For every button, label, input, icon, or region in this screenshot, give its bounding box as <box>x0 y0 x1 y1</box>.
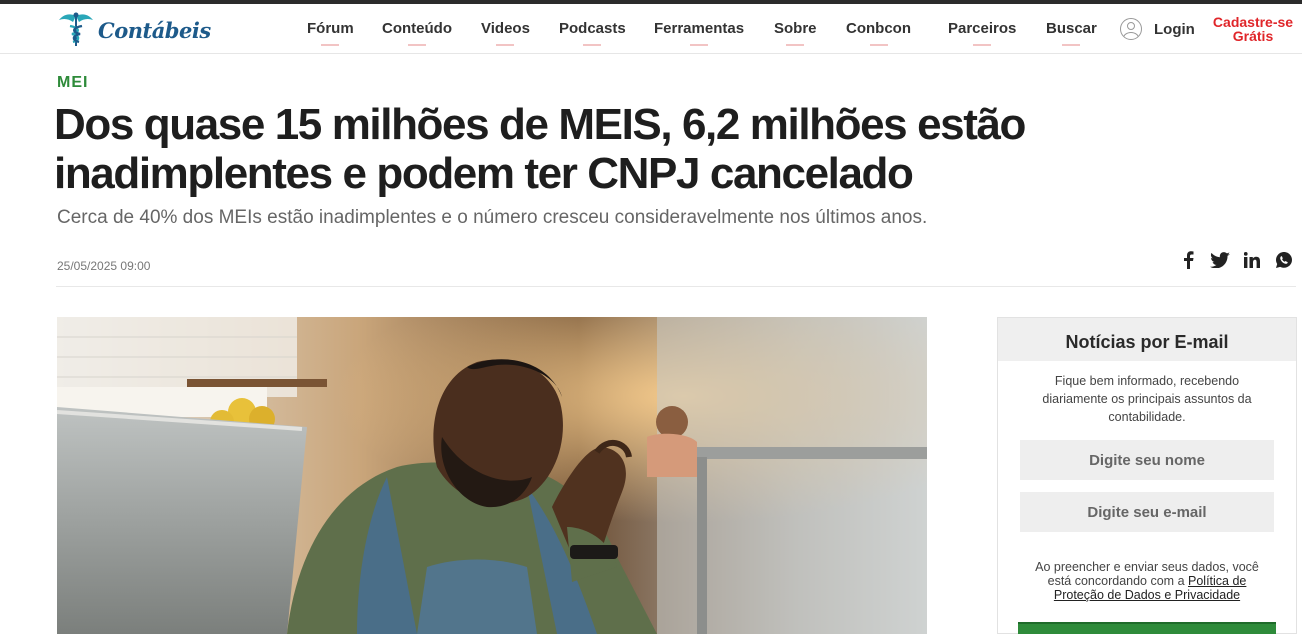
nav-item-conbcon[interactable]: Conbcon <box>846 20 911 46</box>
facebook-icon[interactable] <box>1178 250 1198 270</box>
twitter-icon[interactable] <box>1210 250 1230 270</box>
article-hero-image <box>57 317 927 634</box>
subscribe-button[interactable] <box>1018 622 1276 634</box>
linkedin-icon[interactable] <box>1242 250 1262 270</box>
article-category[interactable]: MEI <box>57 74 88 92</box>
nav-item-conteudo[interactable]: Conteúdo <box>382 20 452 46</box>
article-date: 25/05/2025 09:00 <box>57 259 151 273</box>
login-link[interactable]: Login <box>1154 21 1195 38</box>
nav-item-sobre[interactable]: Sobre <box>774 20 817 46</box>
nav-item-parceiros[interactable]: Parceiros <box>948 20 1016 46</box>
share-bar <box>1178 250 1294 270</box>
nav-item-podcasts[interactable]: Podcasts <box>559 20 626 46</box>
newsletter-description: Fique bem informado, recebendo diariamen… <box>1042 374 1252 424</box>
article-title: Dos quase 15 milhões de MEIS, 6,2 milhõe… <box>54 100 1026 198</box>
caduceus-icon <box>59 12 93 46</box>
site-logo[interactable]: Contábeis <box>56 10 211 50</box>
nav-item-forum[interactable]: Fórum <box>307 20 354 46</box>
signup-link[interactable]: Cadastre-se Grátis <box>1206 15 1300 43</box>
newsletter-widget: Notícias por E-mail Fique bem informado,… <box>997 317 1297 634</box>
nav-item-buscar[interactable]: Buscar <box>1046 20 1097 46</box>
name-input[interactable] <box>1020 440 1274 480</box>
site-header: Contábeis Fórum Conteúdo Videos Podcasts… <box>0 4 1302 54</box>
nav-item-ferramentas[interactable]: Ferramentas <box>654 20 744 46</box>
whatsapp-icon[interactable] <box>1274 250 1294 270</box>
consent-text: Ao preencher e enviar seus dados, você e… <box>1022 560 1272 602</box>
user-icon[interactable] <box>1120 18 1142 40</box>
article-subtitle: Cerca de 40% dos MEIs estão inadimplente… <box>57 207 928 228</box>
header-divider <box>56 286 1296 287</box>
logo-text: Contábeis <box>98 17 211 43</box>
nav-item-videos[interactable]: Videos <box>481 20 530 46</box>
newsletter-title: Notícias por E-mail <box>1065 332 1229 352</box>
email-input[interactable] <box>1020 492 1274 532</box>
